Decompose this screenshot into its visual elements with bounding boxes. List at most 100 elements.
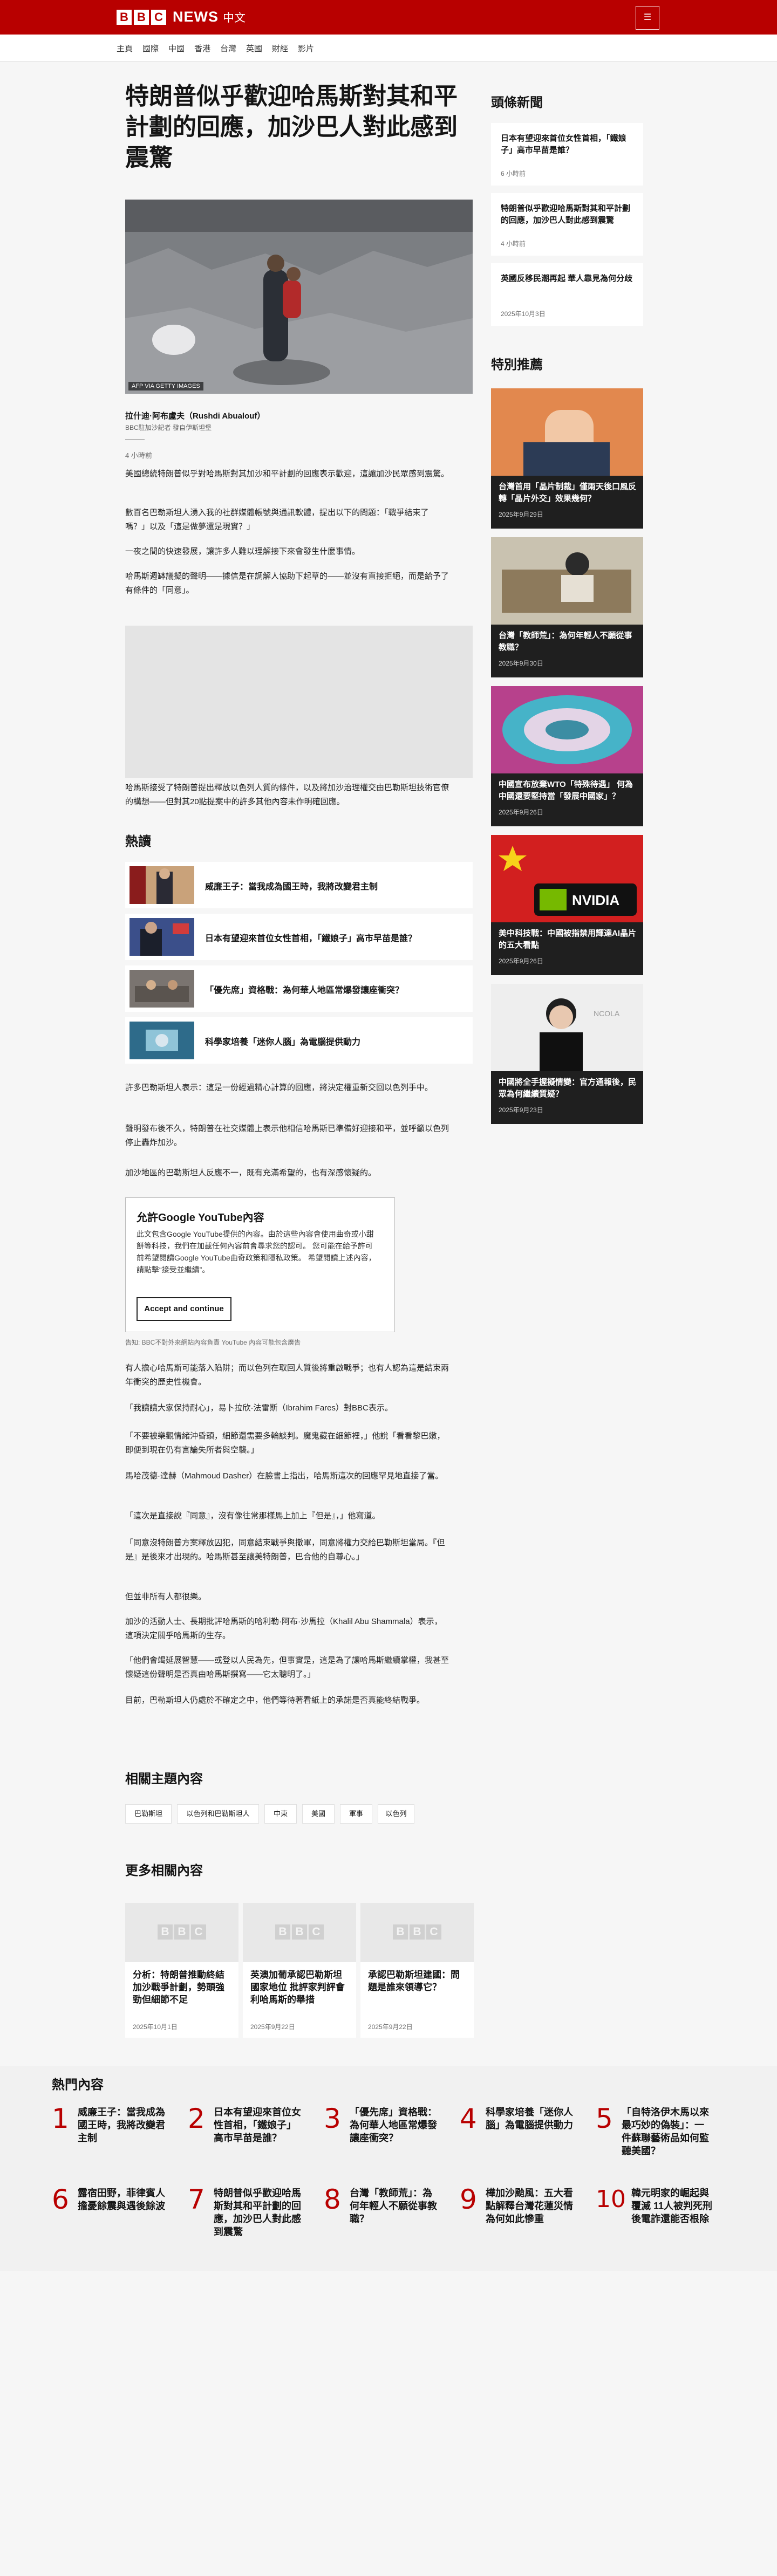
related-card[interactable]: BBC 分析：特朗普推動終結加沙戰爭計劃，勢頭強勁但細節不足 2025年10月1… bbox=[125, 1903, 238, 2038]
hot-item[interactable]: 9 樺加沙颱風：五大看點解釋台灣花蓮災情為何如此慘重 bbox=[460, 2184, 589, 2260]
featured-card[interactable]: 台灣首用「晶片制裁」僅兩天後口風反轉「晶片外交」效果幾何？ 2025年9月29日 bbox=[491, 388, 643, 529]
accept-continue-button[interactable]: Accept and continue bbox=[137, 1297, 231, 1321]
hot-item[interactable]: 2 日本有望迎來首位女性首相，「鐵娘子」高市早苗是誰？ bbox=[188, 2104, 317, 2179]
article-paragraph: 「不要被樂觀情緒沖昏頭，細節還需要多輪談判。魔鬼藏在細節裡，」他說「看看黎巴嫩，… bbox=[125, 1431, 445, 1455]
hot-rank: 10 bbox=[596, 2186, 626, 2213]
latest-item[interactable]: 日本有望迎來首位女性首相，「鐵娘子」高市早苗是誰？ 6 小時前 bbox=[491, 123, 643, 186]
popular-item[interactable]: 日本有望迎來首位女性首相，「鐵娘子」高市早苗是誰？ bbox=[125, 914, 473, 960]
more-heading: 更多相關內容 bbox=[125, 1864, 203, 1878]
featured-image: NCOLA bbox=[491, 984, 643, 1071]
featured-card[interactable]: NCOLA 中國將全手握擬情變：官方通報後，民眾為何繼續質疑？ 2025年9月2… bbox=[491, 984, 643, 1124]
hot-item[interactable]: 3 「優先席」資格戰：為何華人地區常爆發讓座衝突？ bbox=[324, 2104, 453, 2179]
latest-item-title: 特朗普似乎歡迎哈馬斯對其和平計劃的回應，加沙巴人對此感到震驚 bbox=[501, 204, 631, 225]
related-card[interactable]: BBC 承認巴勒斯坦建國：問題是誰來領導它？ 2025年9月22日 bbox=[360, 1903, 474, 2038]
hot-item-title: 樺加沙颱風：五大看點解釋台灣花蓮災情為何如此慘重 bbox=[486, 2188, 573, 2224]
article-paragraph: 有人擔心哈馬斯可能落入陷阱；而以色列在取回人質後將重啟戰爭；也有人認為這是結束兩… bbox=[125, 1364, 449, 1387]
topic-tag[interactable]: 以色列 bbox=[378, 1804, 414, 1824]
hot-item[interactable]: 10 韓元明家的崛起與覆滅 11人被判死刑後電詐還能否根除 bbox=[596, 2184, 725, 2260]
hot-rank: 5 bbox=[596, 2103, 613, 2134]
svg-text:NVIDIA: NVIDIA bbox=[572, 892, 619, 908]
featured-card-title: 中國將全手握擬情變：官方通報後，民眾為何繼續質疑？ bbox=[499, 1078, 637, 1099]
nav-item-world[interactable]: 國際 bbox=[142, 43, 159, 54]
nav-item-taiwan[interactable]: 台灣 bbox=[220, 43, 236, 54]
article-paragraph: 「我讀讀大家保持耐心」，易卜拉欣·法雷斯（Ibrahim Fares）對BBC表… bbox=[125, 1403, 393, 1413]
nav-item-business[interactable]: 財經 bbox=[272, 43, 288, 54]
topic-tag[interactable]: 軍事 bbox=[340, 1804, 372, 1824]
related-card-date: 2025年9月22日 bbox=[368, 2023, 413, 2031]
latest-item-title: 日本有望迎來首位女性首相，「鐵娘子」高市早苗是誰？ bbox=[501, 134, 626, 155]
featured-card[interactable]: 中國宣布放棄WTO「特殊待遇」 何為中國還要堅持當「發展中國家」？ 2025年9… bbox=[491, 686, 643, 826]
popular-thumbnail bbox=[130, 918, 194, 956]
featured-card-title: 美中科技戰：中國被指禁用輝達AI晶片的五大看點 bbox=[499, 929, 637, 950]
menu-button[interactable]: ☰ bbox=[636, 6, 659, 30]
logo-letter-c: C bbox=[151, 9, 166, 25]
nav-item-hongkong[interactable]: 香港 bbox=[194, 43, 210, 54]
consent-title: 允許Google YouTube內容 bbox=[137, 1212, 264, 1224]
topic-tag[interactable]: 巴勒斯坦 bbox=[125, 1804, 172, 1824]
topic-tag[interactable]: 中東 bbox=[264, 1804, 297, 1824]
featured-card[interactable]: 台灣「教師荒」：為何年輕人不願從事教職？ 2025年9月30日 bbox=[491, 537, 643, 677]
popular-thumbnail bbox=[130, 1022, 194, 1059]
image-credit: AFP VIA GETTY IMAGES bbox=[128, 382, 203, 390]
popular-thumbnail bbox=[130, 970, 194, 1008]
featured-card-title: 中國宣布放棄WTO「特殊待遇」 何為中國還要堅持當「發展中國家」？ bbox=[499, 780, 633, 801]
hero-image: AFP VIA GETTY IMAGES bbox=[125, 200, 473, 394]
hot-rank: 4 bbox=[460, 2103, 477, 2134]
latest-item[interactable]: 英國反移民潮再起 華人靠見為何分歧 2025年10月3日 bbox=[491, 263, 643, 326]
nav-item-china[interactable]: 中國 bbox=[168, 43, 185, 54]
article-paragraph: 「這次是直接說『同意』，沒有像往常那樣馬上加上『但是』，」他寫道。 bbox=[125, 1511, 380, 1520]
hot-item[interactable]: 4 科學家培養「迷你人腦」為電腦提供動力 bbox=[460, 2104, 589, 2179]
hot-item-title: 台灣「教師荒」：為何年輕人不願從事教職？ bbox=[350, 2188, 437, 2224]
featured-card-date: 2025年9月23日 bbox=[499, 1106, 543, 1114]
placeholder-image: BBC bbox=[360, 1903, 474, 1962]
hot-item[interactable]: 5 「自特洛伊木馬以來最巧妙的偽裝」：一件蘇聯藝術品如何監聽美國？ bbox=[596, 2104, 725, 2179]
featured-card-date: 2025年9月26日 bbox=[499, 809, 543, 816]
youtube-consent-box: 允許Google YouTube內容 此文包含Google YouTube提供的… bbox=[125, 1197, 395, 1332]
latest-item-date: 4 小時前 bbox=[501, 240, 526, 248]
article-title: 特朗普似乎歡迎哈馬斯對其和平計劃的回應，加沙巴人對此感到震驚 bbox=[125, 83, 458, 171]
popular-item-title: 威廉王子：當我成為國王時，我將改變君主制 bbox=[205, 882, 378, 892]
consent-body: 此文包含Google YouTube提供的內容。由於這些內容會使用曲奇或小甜餅等… bbox=[137, 1230, 376, 1274]
hot-item[interactable]: 8 台灣「教師荒」：為何年輕人不願從事教職？ bbox=[324, 2184, 453, 2260]
hot-item[interactable]: 7 特朗普似乎歡迎哈馬斯對其和平計劃的回應，加沙巴人對此感到震驚 bbox=[188, 2184, 317, 2260]
popular-item[interactable]: 「優先席」資格戰：為何華人地區常爆發讓座衝突？ bbox=[125, 965, 473, 1012]
popular-item-title: 科學家培養「迷你人腦」為電腦提供動力 bbox=[205, 1038, 361, 1047]
featured-card-date: 2025年9月30日 bbox=[499, 660, 543, 667]
logo-letter-b2: B bbox=[134, 9, 149, 25]
nav-item-uk[interactable]: 英國 bbox=[246, 43, 262, 54]
article-paragraph: 聲明發布後不久，特朗普在社交媒體上表示他相信哈馬斯已準備好迎接和平，並呼籲以色列… bbox=[125, 1124, 449, 1147]
article-paragraph: 「同意沒特朗普方案釋放囚犯，同意結束戰爭與撤軍，同意將權力交給巴勒斯坦當局。『但… bbox=[125, 1538, 445, 1561]
popular-item[interactable]: 科學家培養「迷你人腦」為電腦提供動力 bbox=[125, 1017, 473, 1064]
related-card-title: 承認巴勒斯坦建國：問題是誰來領導它？ bbox=[368, 1970, 460, 1992]
topic-tag[interactable]: 美國 bbox=[302, 1804, 335, 1824]
consent-note: 告知: BBC不對外來網站內容負責 YouTube 內容可能包含廣告 bbox=[125, 1339, 301, 1346]
article-paragraph: 哈馬斯接受了特朗普提出釋放以色列人質的條件，以及將加沙治理權交由巴勒斯坦技術官僚… bbox=[125, 783, 449, 806]
article-paragraph: 哈馬斯週缽議擬的聲明——據信是在調解人協助下起草的——並沒有直接拒絕，而是給予了… bbox=[125, 572, 449, 595]
hot-item-title: 威廉王子：當我成為國王時，我將改變君主制 bbox=[78, 2107, 165, 2143]
popular-item-title: 「優先席」資格戰：為何華人地區常爆發讓座衝突？ bbox=[205, 986, 404, 995]
related-card[interactable]: BBC 英澳加葡承認巴勒斯坦國家地位 批評家判評會利哈馬斯的舉措 2025年9月… bbox=[243, 1903, 356, 2038]
nav-item-home[interactable]: 主頁 bbox=[117, 43, 133, 54]
hot-item[interactable]: 6 露宿田野，菲律賓人擔憂餘震與遇後餘波 bbox=[52, 2184, 181, 2260]
nav-item-video[interactable]: 影片 bbox=[298, 43, 314, 54]
article-paragraph: 「他們會竭延展智慧——或登以人民為先，但事實是，這是為了讓哈馬斯繼續掌權，我甚至… bbox=[125, 1656, 449, 1679]
topic-tag[interactable]: 以色列和巴勒斯坦人 bbox=[177, 1804, 259, 1824]
hot-item-title: 「優先席」資格戰：為何華人地區常爆發讓座衝突？ bbox=[350, 2107, 437, 2143]
latest-item[interactable]: 特朗普似乎歡迎哈馬斯對其和平計劃的回應，加沙巴人對此感到震驚 4 小時前 bbox=[491, 193, 643, 256]
hot-item[interactable]: 1 威廉王子：當我成為國王時，我將改變君主制 bbox=[52, 2104, 181, 2179]
rubble-scene-illustration bbox=[125, 200, 473, 394]
topics-heading: 相關主題內容 bbox=[125, 1772, 203, 1786]
hot-item-title: 特朗普似乎歡迎哈馬斯對其和平計劃的回應，加沙巴人對此感到震驚 bbox=[214, 2188, 301, 2237]
article-paragraph: 數百名巴勒斯坦人湧入我的社群媒體帳號與通訊軟體，提出以下的問題：「戰爭結束了嗎？… bbox=[125, 508, 429, 531]
site-header: B B C NEWS 中文 ☰ bbox=[0, 0, 777, 35]
featured-image bbox=[491, 686, 643, 773]
featured-card[interactable]: NVIDIA 美中科技戰：中國被指禁用輝達AI晶片的五大看點 2025年9月26… bbox=[491, 835, 643, 975]
popular-item[interactable]: 威廉王子：當我成為國王時，我將改變君主制 bbox=[125, 862, 473, 908]
bbc-news-logo[interactable]: B B C NEWS 中文 bbox=[117, 9, 246, 25]
hot-rank: 7 bbox=[188, 2184, 205, 2215]
author-role: BBC駐加沙記者 發自伊斯坦堡 bbox=[125, 424, 212, 431]
related-card-title: 英澳加葡承認巴勒斯坦國家地位 批評家判評會利哈馬斯的舉措 bbox=[250, 1970, 345, 2005]
article-paragraph: 許多巴勒斯坦人表示：這是一份經過精心計算的回應，將決定權重新交回以色列手中。 bbox=[125, 1083, 433, 1092]
hot-rank: 8 bbox=[324, 2184, 341, 2215]
svg-text:NCOLA: NCOLA bbox=[594, 1009, 620, 1018]
